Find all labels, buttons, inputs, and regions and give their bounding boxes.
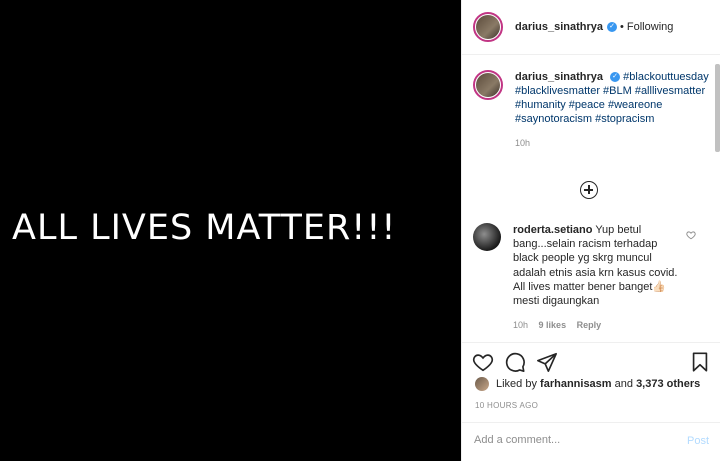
following-button[interactable]: Following xyxy=(627,21,673,33)
author-avatar[interactable] xyxy=(473,12,503,42)
liker-username[interactable]: farhannisasm xyxy=(540,378,612,390)
comment-item: roderta.setiano Yup betul bang...selain … xyxy=(473,223,713,332)
likes-middle: and xyxy=(614,378,633,390)
author-username[interactable]: darius_sinathrya xyxy=(515,21,603,33)
post-header: darius_sinathrya ✓ • Following xyxy=(462,0,720,55)
post-side-panel: darius_sinathrya ✓ • Following darius_si… xyxy=(461,0,720,461)
comments-scrollbar[interactable] xyxy=(715,64,720,152)
reply-button[interactable]: Reply xyxy=(577,320,602,330)
comment-text: Yup betul bang...selain racism terhadap … xyxy=(513,224,678,308)
caption-time[interactable]: 10h xyxy=(515,136,711,150)
send-icon[interactable] xyxy=(536,351,558,373)
verified-badge-icon: ✓ xyxy=(607,22,618,32)
post-caption: darius_sinathrya ✓ #blackouttuesday #bla… xyxy=(473,70,713,150)
comment-time[interactable]: 10h xyxy=(513,320,528,330)
likes-count[interactable]: 3,373 others xyxy=(636,378,700,390)
comment-icon[interactable] xyxy=(504,351,526,373)
media-caption-text: ALL LIVES MATTER!!! xyxy=(12,208,397,248)
caption-username[interactable]: darius_sinathrya xyxy=(515,71,603,83)
heart-icon[interactable] xyxy=(472,351,494,373)
likes-summary: Liked by farhannisasm and 3,373 others xyxy=(475,377,700,391)
post-media[interactable]: ALL LIVES MATTER!!! xyxy=(0,0,461,461)
add-comment-bar: Post xyxy=(462,422,720,461)
liker-avatar[interactable] xyxy=(475,377,489,391)
comment-likes[interactable]: 9 likes xyxy=(539,320,567,330)
bookmark-icon[interactable] xyxy=(689,351,711,373)
comment-username[interactable]: roderta.setiano xyxy=(513,224,592,236)
plus-circle-icon[interactable] xyxy=(580,181,598,199)
likes-prefix: Liked by xyxy=(496,378,537,390)
comment-heart-icon[interactable] xyxy=(686,230,696,240)
post-timestamp[interactable]: 10 HOURS AGO xyxy=(475,401,538,410)
commenter-avatar[interactable] xyxy=(473,223,501,251)
add-comment-input[interactable] xyxy=(474,434,674,446)
verified-badge-icon: ✓ xyxy=(610,72,621,83)
post-comment-button[interactable]: Post xyxy=(687,435,709,447)
caption-avatar[interactable] xyxy=(473,70,503,100)
header-separator: • xyxy=(620,21,624,33)
